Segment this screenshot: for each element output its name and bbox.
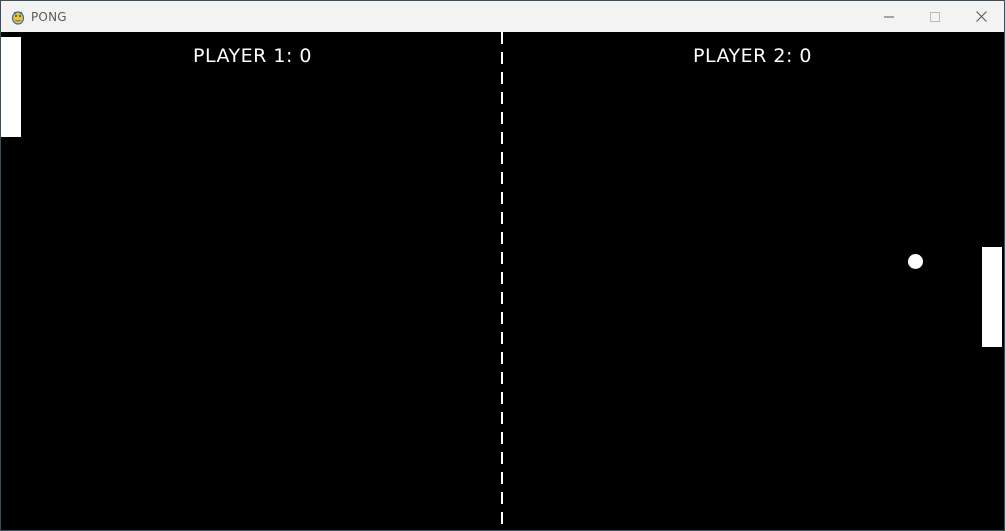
window-controls xyxy=(866,1,1004,32)
pygame-snake-icon xyxy=(11,9,25,25)
maximize-button[interactable] xyxy=(912,1,958,32)
right-paddle xyxy=(982,247,1002,347)
minimize-icon xyxy=(884,7,894,26)
left-paddle xyxy=(1,37,21,137)
window-title: PONG xyxy=(31,9,67,24)
game-canvas[interactable]: PLAYER 1: 0 PLAYER 2: 0 xyxy=(1,32,1004,530)
maximize-icon xyxy=(930,7,940,26)
title-bar[interactable]: PONG xyxy=(1,1,1004,32)
ball xyxy=(908,254,923,269)
close-button[interactable] xyxy=(958,1,1004,32)
player1-score: PLAYER 1: 0 xyxy=(193,45,312,67)
player2-score: PLAYER 2: 0 xyxy=(693,45,812,67)
game-window: PONG PLAYER 1: 0 PLAYER 2: 0 xyxy=(0,0,1005,531)
center-dashed-line xyxy=(501,32,503,526)
minimize-button[interactable] xyxy=(866,1,912,32)
close-icon xyxy=(975,7,987,26)
